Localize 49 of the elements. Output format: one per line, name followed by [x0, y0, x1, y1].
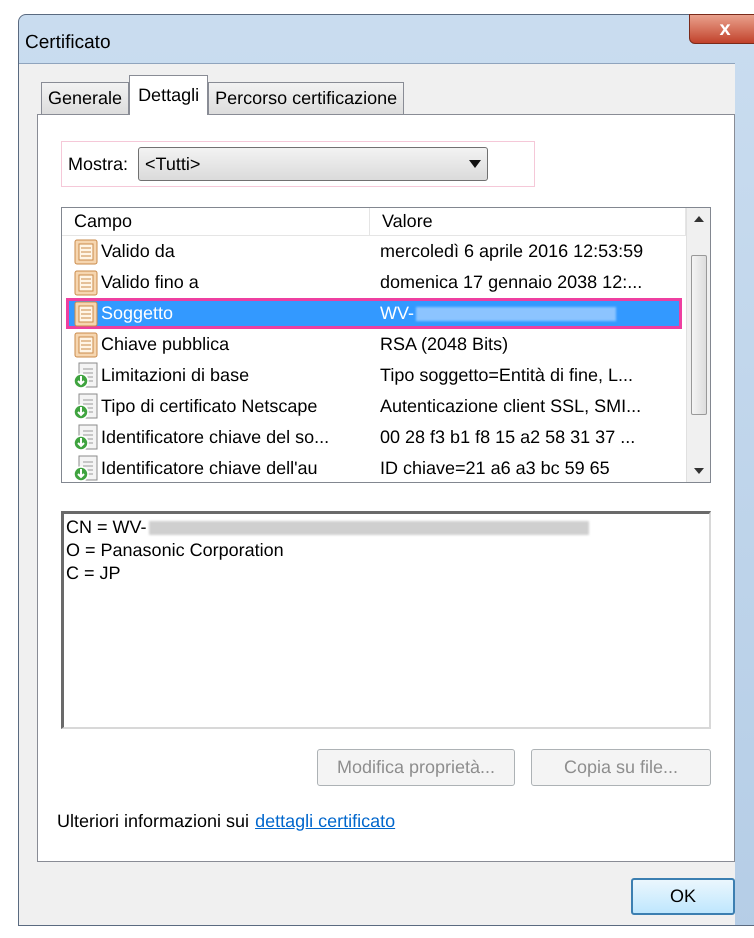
field-value: domenica 17 gennaio 2038 12:...	[380, 271, 642, 294]
field-value: 00 28 f3 b1 f8 15 a2 58 31 37 ...	[380, 426, 636, 449]
document-download-icon	[73, 392, 99, 420]
tab[interactable]: Generale	[41, 82, 130, 114]
field-name: Identificatore chiave del so...	[101, 426, 330, 449]
scroll-thumb[interactable]	[690, 255, 706, 415]
column-header[interactable]: Campo	[62, 208, 370, 235]
field-name: Chiave pubblica	[101, 333, 230, 356]
field-value: mercoledì 6 aprile 2016 12:53:59	[380, 240, 644, 263]
show-label: Mostra:	[68, 152, 128, 176]
field-row[interactable]: Identificatore chiave del so... 00 28 f3 b1 f8 15 a2 58 31 37 ...	[66, 422, 682, 453]
field-value: Autenticazione client SSL, SMI...	[380, 395, 642, 418]
detail-line: O = Panasonic Corporation	[66, 539, 284, 562]
detail-line: C = JP	[66, 562, 121, 585]
field-row[interactable]: Chiave pubblica RSA (2048 Bits)	[66, 329, 682, 360]
scroll-up-icon[interactable]	[694, 216, 704, 222]
field-value: ID chiave=21 a6 a3 bc 59 65	[380, 457, 610, 480]
details-text-box[interactable]: CN = WV- O = Panasonic Corporation C = JP	[61, 511, 711, 729]
certificate-document-icon	[73, 300, 99, 328]
show-dropdown[interactable]: <Tutti>	[138, 147, 488, 181]
certificate-details-link[interactable]: dettagli certificato	[255, 808, 396, 835]
certificate-document-icon	[73, 330, 99, 358]
field-row[interactable]: Valido fino a domenica 17 gennaio 2038 12:...	[66, 267, 682, 298]
field-row[interactable]: Limitazioni di base Tipo soggetto=Entità di fine, L...	[66, 360, 682, 391]
field-row[interactable]: Valido da mercoledì 6 aprile 2016 12:53:59	[66, 236, 682, 267]
field-value: Tipo soggetto=Entità di fine, L...	[380, 364, 633, 387]
field-name: Identificatore chiave dell'au	[101, 457, 318, 480]
field-name: Valido fino a	[101, 271, 199, 294]
field-name: Soggetto	[101, 302, 174, 325]
scroll-down-icon[interactable]	[694, 468, 704, 474]
dropdown-caret-icon	[469, 160, 482, 168]
info-text: Ulteriori informazioni sui	[57, 810, 250, 833]
document-download-icon	[73, 362, 99, 390]
tab[interactable]: Dettagli	[129, 75, 208, 115]
ok-button[interactable]: OK	[631, 878, 735, 915]
certificate-document-icon	[73, 238, 99, 266]
scrollbar[interactable]	[686, 208, 710, 482]
field-name: Limitazioni di base	[101, 364, 250, 387]
field-name: Tipo di certificato Netscape	[101, 395, 318, 418]
window-title: Certificato	[25, 31, 111, 55]
tab[interactable]: Percorso certificazione	[208, 82, 404, 114]
detail-line: CN = WV-	[66, 516, 147, 539]
field-value: WV-	[380, 302, 414, 325]
field-row[interactable]: Identificatore chiave dell'au ID chiave=21 a6 a3 bc 59 65	[66, 453, 682, 482]
field-row[interactable]: Tipo di certificato Netscape Autenticazione client SSL, SMI...	[66, 391, 682, 422]
document-download-icon	[73, 424, 99, 452]
field-name: Valido da	[101, 240, 175, 263]
certificate-document-icon	[73, 268, 99, 296]
field-value: RSA (2048 Bits)	[380, 333, 508, 356]
